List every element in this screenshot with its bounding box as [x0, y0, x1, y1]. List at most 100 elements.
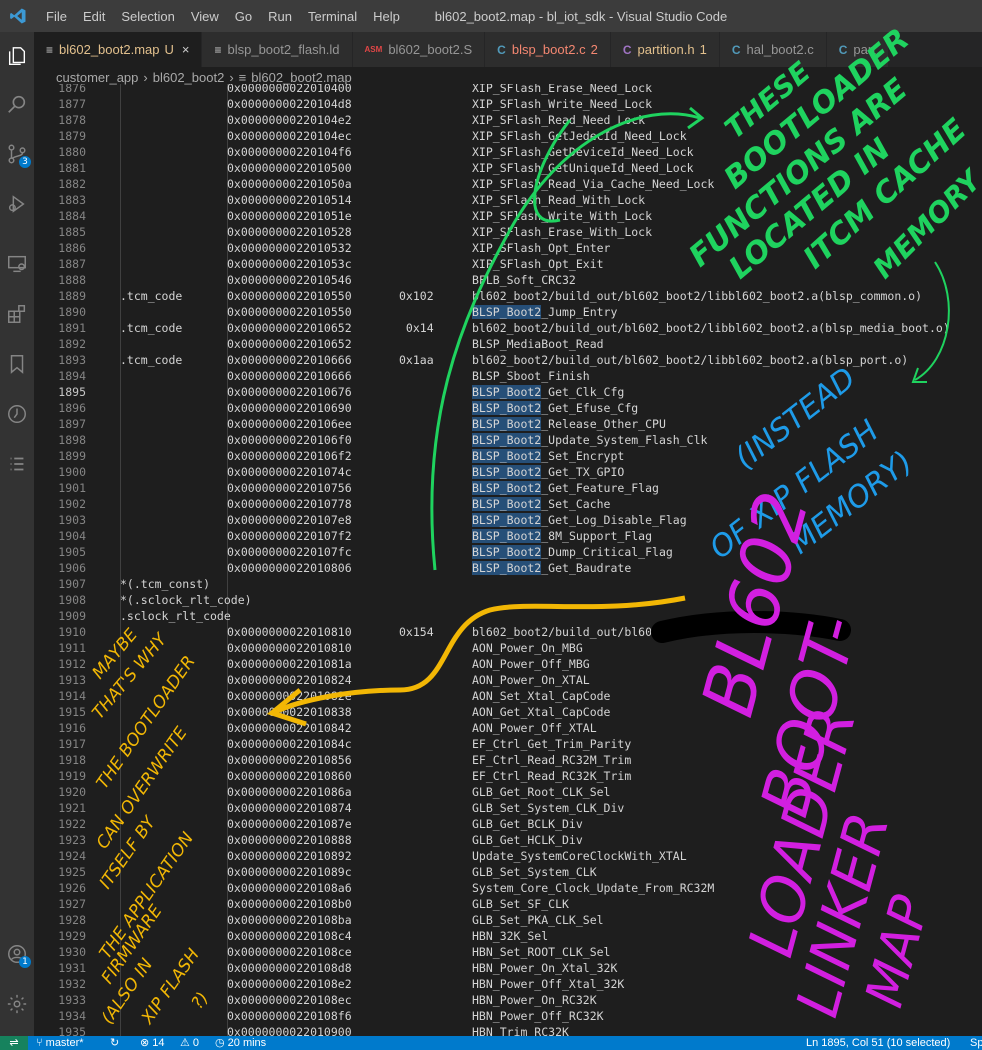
code-line[interactable]: 1893 .tcm_code 0x0000000022010666 0x1aa bl60… — [34, 352, 982, 368]
code-line[interactable]: 1935 0x0000000022010900 HBN_Trim_RC32K — [34, 1024, 982, 1036]
menu-edit[interactable]: Edit — [75, 9, 113, 24]
code-line[interactable]: 1931 0x00000000220108d8 HBN_Power_On_Xtal_… — [34, 960, 982, 976]
outline-icon[interactable] — [0, 446, 34, 482]
code-line[interactable]: 1889 .tcm_code 0x0000000022010550 0x102 bl60… — [34, 288, 982, 304]
code-line[interactable]: 1902 0x0000000022010778 BLSP_Boot2_Set_Cac… — [34, 496, 982, 512]
code-line[interactable]: 1878 0x00000000220104e2 XIP_SFlash_Read_Ne… — [34, 112, 982, 128]
code-line[interactable]: 1880 0x00000000220104f6 XIP_SFlash_GetDevi… — [34, 144, 982, 160]
tab-part[interactable]: Cpart — [826, 32, 889, 67]
menu-view[interactable]: View — [183, 9, 227, 24]
code-line[interactable]: 1932 0x00000000220108e2 HBN_Power_Off_Xtal… — [34, 976, 982, 992]
code-line[interactable]: 1930 0x00000000220108ce HBN_Set_ROOT_CLK_S… — [34, 944, 982, 960]
problems-warnings[interactable]: ⚠ 0 — [180, 1036, 199, 1050]
tab-blsp-boot2-flash-ld[interactable]: ≡ blsp_boot2_flash.ld — [202, 32, 353, 67]
code-editor[interactable]: 1876 0x0000000022010400 XIP_SFlash_Erase_N… — [34, 84, 982, 1036]
code-line[interactable]: 1934 0x00000000220108f6 HBN_Power_Off_RC32… — [34, 1008, 982, 1024]
code-line[interactable]: 1888 0x0000000022010546 BFLB_Soft_CRC32 — [34, 272, 982, 288]
code-line[interactable]: 1901 0x0000000022010756 BLSP_Boot2_Get_Fea… — [34, 480, 982, 496]
remote-explorer-icon[interactable] — [0, 246, 34, 282]
code-line[interactable]: 1887 0x000000002201053c XIP_SFlash_Opt_Exi… — [34, 256, 982, 272]
code-line[interactable]: 1896 0x0000000022010690 BLSP_Boot2_Get_Efu… — [34, 400, 982, 416]
code-line[interactable]: 1895 0x0000000022010676 BLSP_Boot2_Get_Clk… — [34, 384, 982, 400]
code-line[interactable]: 1928 0x00000000220108ba GLB_Set_PKA_CLK_Se… — [34, 912, 982, 928]
code-line[interactable]: 1910 0x0000000022010810 0x154 bl602_boot2/b… — [34, 624, 982, 640]
code-line[interactable]: 1908 *(.sclock_rlt_code) — [34, 592, 982, 608]
code-line[interactable]: 1903 0x00000000220107e8 BLSP_Boot2_Get_Log… — [34, 512, 982, 528]
code-line[interactable]: 1927 0x00000000220108b0 GLB_Set_SF_CLK — [34, 896, 982, 912]
breadcrumb-item[interactable]: bl602_boot2.map — [251, 70, 351, 85]
code-line[interactable]: 1914 0x000000002201082e AON_Set_Xtal_CapCo… — [34, 688, 982, 704]
code-line[interactable]: 1922 0x000000002201087e GLB_Get_BCLK_Div — [34, 816, 982, 832]
code-line[interactable]: 1904 0x00000000220107f2 BLSP_Boot2_8M_Supp… — [34, 528, 982, 544]
sync-icon[interactable]: ↻ — [110, 1036, 119, 1050]
menu-help[interactable]: Help — [365, 9, 408, 24]
code-line[interactable]: 1876 0x0000000022010400 XIP_SFlash_Erase_N… — [34, 84, 982, 96]
menu-file[interactable]: File — [38, 9, 75, 24]
code-line[interactable]: 1907 *(.tcm_const) — [34, 576, 982, 592]
code-line[interactable]: 1917 0x000000002201084c EF_Ctrl_Get_Trim_P… — [34, 736, 982, 752]
extensions-icon[interactable] — [0, 296, 34, 332]
tab-bl602-boot2-s[interactable]: ASM bl602_boot2.S — [352, 32, 486, 67]
code-line[interactable]: 1926 0x00000000220108a6 System_Core_Clock_… — [34, 880, 982, 896]
code-line[interactable]: 1916 0x0000000022010842 AON_Power_Off_XTAL — [34, 720, 982, 736]
code-line[interactable]: 1925 0x000000002201089c GLB_Set_System_CLK — [34, 864, 982, 880]
code-line[interactable]: 1894 0x0000000022010666 BLSP_Sboot_Finish — [34, 368, 982, 384]
close-icon[interactable]: × — [182, 42, 190, 57]
code-line[interactable]: 1919 0x0000000022010860 EF_Ctrl_Read_RC32K… — [34, 768, 982, 784]
code-line[interactable]: 1885 0x0000000022010528 XIP_SFlash_Erase_W… — [34, 224, 982, 240]
code-line[interactable]: 1911 0x0000000022010810 AON_Power_On_MBG — [34, 640, 982, 656]
tab-blsp-boot2-c[interactable]: Cblsp_boot2.c 2 — [485, 32, 611, 67]
code-line[interactable]: 1921 0x0000000022010874 GLB_Set_System_CLK… — [34, 800, 982, 816]
symbol-name: EF_Ctrl_Read_RC32M_Trim — [472, 753, 632, 767]
indentation-status[interactable]: Sp — [970, 1036, 982, 1050]
code-line[interactable]: 1923 0x0000000022010888 GLB_Get_HCLK_Div — [34, 832, 982, 848]
branch-status[interactable]: ⑂ master* — [36, 1036, 84, 1050]
breadcrumb-item[interactable]: customer_app — [56, 70, 138, 85]
account-icon[interactable]: 1 — [0, 936, 34, 972]
run-debug-icon[interactable] — [0, 186, 34, 222]
code-line[interactable]: 1920 0x000000002201086a GLB_Get_Root_CLK_S… — [34, 784, 982, 800]
menu-run[interactable]: Run — [260, 9, 300, 24]
tab-bl602-boot2-map[interactable]: ≡ bl602_boot2.map U × — [34, 32, 203, 67]
code-line[interactable]: 1877 0x00000000220104d8 XIP_SFlash_Write_N… — [34, 96, 982, 112]
remote-indicator-icon[interactable]: ⇌ — [0, 1036, 28, 1050]
problems-errors[interactable]: ⊗ 14 — [140, 1036, 165, 1050]
code-line[interactable]: 1879 0x00000000220104ec XIP_SFlash_GetJede… — [34, 128, 982, 144]
timeline-icon[interactable] — [0, 396, 34, 432]
code-line[interactable]: 1909 .sclock_rlt_code — [34, 608, 982, 624]
tab-hal-boot2-c[interactable]: Chal_boot2.c — [719, 32, 827, 67]
code-line[interactable]: 1900 0x000000002201074c BLSP_Boot2_Get_TX_… — [34, 464, 982, 480]
breadcrumb-item[interactable]: bl602_boot2 — [153, 70, 225, 85]
cursor-position[interactable]: Ln 1895, Col 51 (10 selected) — [806, 1036, 950, 1050]
code-line[interactable]: 1884 0x000000002201051e XIP_SFlash_Write_W… — [34, 208, 982, 224]
code-line[interactable]: 1924 0x0000000022010892 Update_SystemCoreC… — [34, 848, 982, 864]
bookmarks-icon[interactable] — [0, 346, 34, 382]
code-line[interactable]: 1897 0x00000000220106ee BLSP_Boot2_Release… — [34, 416, 982, 432]
code-line[interactable]: 1918 0x0000000022010856 EF_Ctrl_Read_RC32M… — [34, 752, 982, 768]
code-line[interactable]: 1913 0x0000000022010824 AON_Power_On_XTAL — [34, 672, 982, 688]
code-line[interactable]: 1933 0x00000000220108ec HBN_Power_On_RC32K — [34, 992, 982, 1008]
explorer-icon[interactable] — [0, 38, 34, 74]
menu-terminal[interactable]: Terminal — [300, 9, 365, 24]
wakatime-status[interactable]: ◷ 20 mins — [215, 1036, 266, 1050]
menu-go[interactable]: Go — [227, 9, 260, 24]
source-control-icon[interactable]: 3 — [0, 136, 34, 172]
menu-selection[interactable]: Selection — [113, 9, 182, 24]
code-line[interactable]: 1915 0x0000000022010838 AON_Get_Xtal_CapCo… — [34, 704, 982, 720]
code-line[interactable]: 1912 0x000000002201081a AON_Power_Off_MBG — [34, 656, 982, 672]
code-line[interactable]: 1883 0x0000000022010514 XIP_SFlash_Read_Wi… — [34, 192, 982, 208]
code-line[interactable]: 1886 0x0000000022010532 XIP_SFlash_Opt_Ent… — [34, 240, 982, 256]
code-line[interactable]: 1929 0x00000000220108c4 HBN_32K_Sel — [34, 928, 982, 944]
code-line[interactable]: 1892 0x0000000022010652 BLSP_MediaBoot_Rea… — [34, 336, 982, 352]
search-icon[interactable] — [0, 86, 34, 122]
code-line[interactable]: 1905 0x00000000220107fc BLSP_Boot2_Dump_Cr… — [34, 544, 982, 560]
code-line[interactable]: 1881 0x0000000022010500 XIP_SFlash_GetUniq… — [34, 160, 982, 176]
code-line[interactable]: 1906 0x0000000022010806 BLSP_Boot2_Get_Bau… — [34, 560, 982, 576]
code-line[interactable]: 1891 .tcm_code 0x0000000022010652 0x14 bl60… — [34, 320, 982, 336]
code-line[interactable]: 1890 0x0000000022010550 BLSP_Boot2_Jump_En… — [34, 304, 982, 320]
code-line[interactable]: 1882 0x000000002201050a XIP_SFlash_Read_Vi… — [34, 176, 982, 192]
settings-gear-icon[interactable] — [0, 986, 34, 1022]
tab-partition-h[interactable]: Cpartition.h 1 — [610, 32, 720, 67]
code-line[interactable]: 1898 0x00000000220106f0 BLSP_Boot2_Update_… — [34, 432, 982, 448]
code-line[interactable]: 1899 0x00000000220106f2 BLSP_Boot2_Set_Enc… — [34, 448, 982, 464]
